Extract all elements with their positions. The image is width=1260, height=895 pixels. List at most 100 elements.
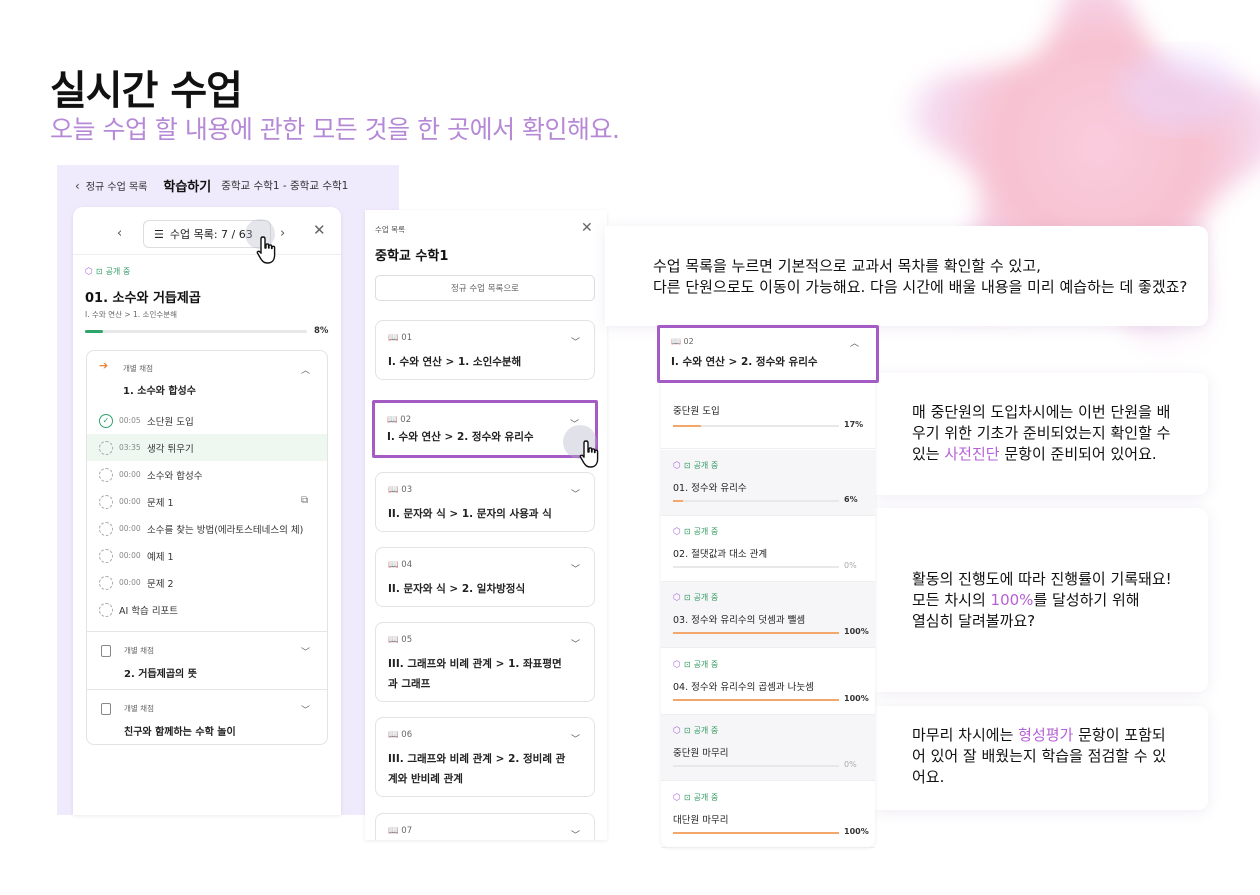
lesson-detail-card: ‹ ☰ 수업 목록: 7 / 63 › ✕ ⬡ ⊡ 공개 중 01. 소수와 거… (73, 207, 341, 815)
lesson-row[interactable]: ⬡ ⊡ 공개 중 중단원 마무리 0% (661, 715, 875, 781)
chevron-down-icon[interactable]: ﹀ (571, 828, 580, 840)
chevron-down-icon[interactable]: ﹀ (301, 645, 310, 658)
hand-cursor-icon (256, 236, 276, 264)
cube-icon: ⬡ (673, 460, 681, 471)
chevron-up-icon[interactable]: ︿ (850, 336, 859, 349)
pending-circle-icon (99, 548, 113, 563)
course-path: 중학교 수학1 - 중학교 수학1 (221, 180, 349, 192)
regular-list-button[interactable]: 정규 수업 목록으로 (375, 275, 595, 301)
lesson-row[interactable]: ⬡ ⊡ 공개 중 대단원 마무리 100% (661, 782, 875, 848)
lesson-progress-bar (673, 832, 839, 834)
callout-pre-diagnosis: 매 중단원의 도입차시에는 이번 단원을 배우기 위한 기초가 준비되었는지 확… (875, 373, 1208, 495)
book-icon: 📖 02 (671, 337, 694, 346)
lesson-name: 대단원 마무리 (673, 815, 729, 826)
lesson-progress-bar (673, 500, 839, 502)
lesson-progress-bar (673, 425, 839, 427)
chevron-down-icon[interactable]: ﹀ (571, 637, 580, 650)
section-header-3[interactable]: 개별 채점 친구와 함께하는 수학 놀이 ﹀ (87, 689, 327, 744)
close-icon[interactable]: ✕ (581, 220, 593, 236)
chevron-down-icon[interactable]: ﹀ (571, 335, 580, 348)
callout-progress: 활동의 진행도에 따라 진행률이 기록돼요! 모든 차시의 100%를 달성하기… (875, 508, 1208, 692)
lesson-name: 중단원 마무리 (673, 748, 729, 759)
book-icon: 📖 02 (387, 415, 412, 425)
lock-open-icon: ⊡ (683, 660, 691, 669)
lesson-list-label: 수업 목록: 7 / 63 (169, 228, 253, 241)
pending-circle-icon (99, 440, 113, 455)
callout-formative-assessment: 마무리 차시에는 형성평가 문항이 포함되어 있어 잘 배웠는지 학습을 점검할… (875, 706, 1208, 810)
next-lesson-icon[interactable]: › (280, 226, 285, 241)
prev-lesson-icon[interactable]: ‹ (117, 226, 122, 241)
status-badge: ⬡ ⊡ 공개 중 (673, 659, 719, 670)
lesson-name: 02. 절댓값과 대소 관계 (673, 549, 768, 560)
lock-open-icon: ⊡ (95, 267, 103, 276)
progress-fill (673, 699, 839, 701)
lock-open-icon: ⊡ (683, 726, 691, 735)
progress-percent: 8% (314, 326, 329, 336)
unit-card[interactable]: 📖 01 ﹀ I. 수와 연산 > 1. 소인수분해 (375, 320, 595, 380)
book-icon: 📖 04 (388, 560, 413, 570)
cube-icon: ⬡ (673, 792, 681, 803)
lock-open-icon: ⊡ (683, 461, 691, 470)
progress-fill (673, 500, 683, 502)
lesson-progress-bar (673, 699, 839, 701)
chevron-down-icon[interactable]: ﹀ (571, 732, 580, 745)
pending-circle-icon (99, 575, 113, 590)
list-item[interactable]: 00:00 문제 2 (87, 569, 327, 596)
check-icon: ✓ (99, 413, 113, 428)
progress-fill (673, 832, 839, 834)
book-icon: 📖 01 (388, 333, 413, 343)
unit-card[interactable]: 📖 04 ﹀ II. 문자와 식 > 2. 일차방정식 (375, 547, 595, 607)
book-icon: 📖 03 (388, 485, 413, 495)
lock-open-icon: ⊡ (683, 593, 691, 602)
lesson-name: 중단원 도입 (673, 406, 720, 417)
progress-percent: 0% (844, 760, 857, 769)
cube-icon: ⬡ (85, 266, 93, 277)
chevron-down-icon[interactable]: ﹀ (301, 703, 310, 716)
lesson-title: 01. 소수와 거듭제곱 (85, 291, 201, 306)
list-item[interactable]: ✓ 00:05 소단원 도입 (87, 407, 327, 434)
section-header-2[interactable]: 개별 채점 2. 거듭제곱의 뜻 ﹀ (87, 631, 327, 689)
document-icon[interactable]: ⧉ (301, 495, 308, 506)
list-item[interactable]: 00:00 소수를 찾는 방법(에라토스테네스의 체) (87, 515, 327, 542)
course-title: 중학교 수학1 (375, 249, 449, 264)
hand-cursor-icon (579, 440, 599, 468)
unit-card[interactable]: 📖 07 ﹀ (375, 813, 595, 840)
progress-fill (673, 425, 702, 427)
pending-circle-icon (99, 494, 113, 509)
progress-percent: 0% (844, 561, 857, 570)
callout-lesson-list: 수업 목록을 누르면 기본적으로 교과서 목차를 확인할 수 있고, 다른 단원… (605, 226, 1208, 326)
lesson-row[interactable]: ⬡ ⊡ 공개 중 02. 절댓값과 대소 관계 0% (661, 516, 875, 582)
close-icon[interactable]: ✕ (313, 221, 326, 239)
unit-card[interactable]: 📖 03 ﹀ II. 문자와 식 > 1. 문자의 사용과 식 (375, 472, 595, 532)
progress-percent: 6% (844, 495, 858, 504)
status-badge: ⬡ ⊡ 공개 중 (673, 460, 719, 471)
list-item[interactable]: AI 학습 리포트 (87, 596, 327, 623)
chevron-up-icon[interactable]: ︿ (301, 363, 310, 376)
book-icon: 📖 07 (388, 826, 413, 836)
progress-fill (673, 632, 839, 634)
list-item[interactable]: 00:00 예제 1 (87, 542, 327, 569)
back-icon[interactable]: ‹ (75, 179, 80, 193)
unit-card-selected[interactable]: 📖 02 ︿ I. 수와 연산 > 2. 정수와 유리수 (657, 325, 879, 383)
lesson-row[interactable]: ⬡ ⊡ 공개 중 03. 정수와 유리수의 덧셈과 뺄셈 100% (661, 582, 875, 648)
back-to-list-link[interactable]: 정규 수업 목록 (86, 178, 148, 193)
section-header-1[interactable]: ➔ 개별 채점 1. 소수와 합성수 ︿ (87, 351, 327, 407)
unit-card[interactable]: 📖 05 ﹀ III. 그래프와 비례 관계 > 1. 좌표평면과 그래프 (375, 622, 595, 702)
lesson-progress-bar (673, 566, 839, 568)
list-item[interactable]: 03:35 생각 튀우기 (87, 434, 327, 461)
lesson-row[interactable]: ⬡ ⊡ 공개 중 04. 정수와 유리수의 곱셈과 나눗셈 100% (661, 649, 875, 715)
page-title: 실시간 수업 (50, 68, 243, 114)
cube-icon: ⬡ (673, 526, 681, 537)
panel-label: 수업 목록 (375, 225, 405, 234)
list-item[interactable]: 00:00 문제 1 ⧉ (87, 488, 327, 515)
lesson-row[interactable]: ⬡ ⊡ 공개 중 01. 정수와 유리수 6% (661, 450, 875, 516)
chevron-down-icon[interactable]: ﹀ (571, 487, 580, 500)
progress-fill (85, 330, 103, 333)
lesson-name: 03. 정수와 유리수의 덧셈과 뺄셈 (673, 615, 806, 626)
chevron-down-icon[interactable]: ﹀ (571, 562, 580, 575)
list-item[interactable]: 00:00 소수와 합성수 (87, 461, 327, 488)
page-subtitle: 오늘 수업 할 내용에 관한 모든 것을 한 곳에서 확인해요. (50, 115, 620, 144)
lesson-row[interactable]: ⬡⊡공개 중중단원 도입17% (661, 383, 875, 449)
unit-card[interactable]: 📖 06 ﹀ III. 그래프와 비례 관계 > 2. 정비례 관계와 반비례 … (375, 717, 595, 797)
section-list: ➔ 개별 채점 1. 소수와 합성수 ︿ ✓ 00:05 소단원 도입 03:3… (86, 350, 328, 745)
